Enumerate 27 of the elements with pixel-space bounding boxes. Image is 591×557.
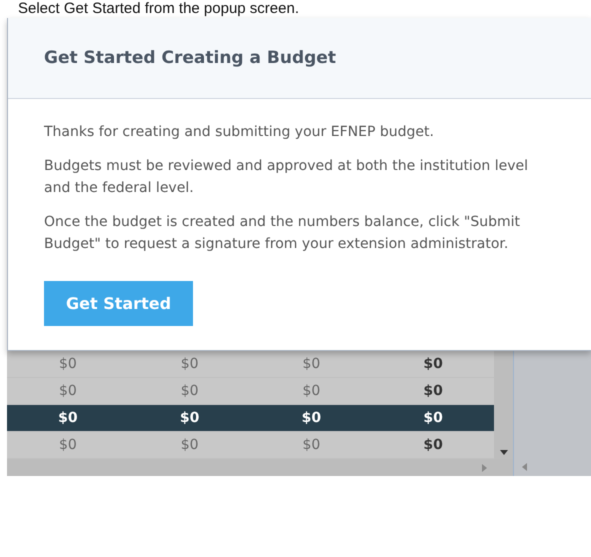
table-cell-text: $0 (301, 437, 322, 453)
table-cell-text: $0 (300, 410, 322, 426)
right-arrow-icon[interactable] (482, 464, 487, 472)
table-cell-text: $0 (57, 410, 79, 426)
table-cell-text: $0 (178, 410, 200, 426)
table-cell-text: $0 (422, 383, 444, 399)
table-cell-text: $0 (422, 437, 444, 453)
table-cell-text: $0 (58, 383, 78, 399)
down-arrow-icon[interactable] (500, 450, 508, 455)
table-cell-text: $0 (422, 356, 444, 372)
get-started-button[interactable]: Get Started (44, 281, 194, 326)
dialog-text: Thanks for creating and submitting your EFNEP budget. (44, 123, 435, 142)
left-arrow-icon[interactable] (522, 463, 527, 471)
table-cell-text: $0 (301, 356, 322, 372)
vertical-scrollbar[interactable] (494, 351, 513, 459)
dialog-text: Budgets must be reviewed and approved at both the institution level and the federal level. (44, 157, 529, 198)
dialog-text: Once the budget is created and the numbers balance, click "Submit Budget" to request a signature from your extension administrator. (44, 213, 522, 254)
table-cell-text: $0 (58, 437, 78, 453)
table-cell-text: $0 (180, 356, 200, 372)
table-cell-text: $0 (422, 410, 444, 426)
horizontal-scrollbar[interactable] (7, 459, 513, 476)
table-cell-text: $0 (180, 437, 200, 453)
table-cell-text: $0 (58, 356, 78, 372)
caption-text: Select Get Started from the popup screen. (17, 0, 300, 18)
dialog-title: Get Started Creating a Budget (44, 48, 337, 68)
table-cell-text: $0 (301, 383, 322, 399)
table-cell-text: $0 (180, 383, 200, 399)
